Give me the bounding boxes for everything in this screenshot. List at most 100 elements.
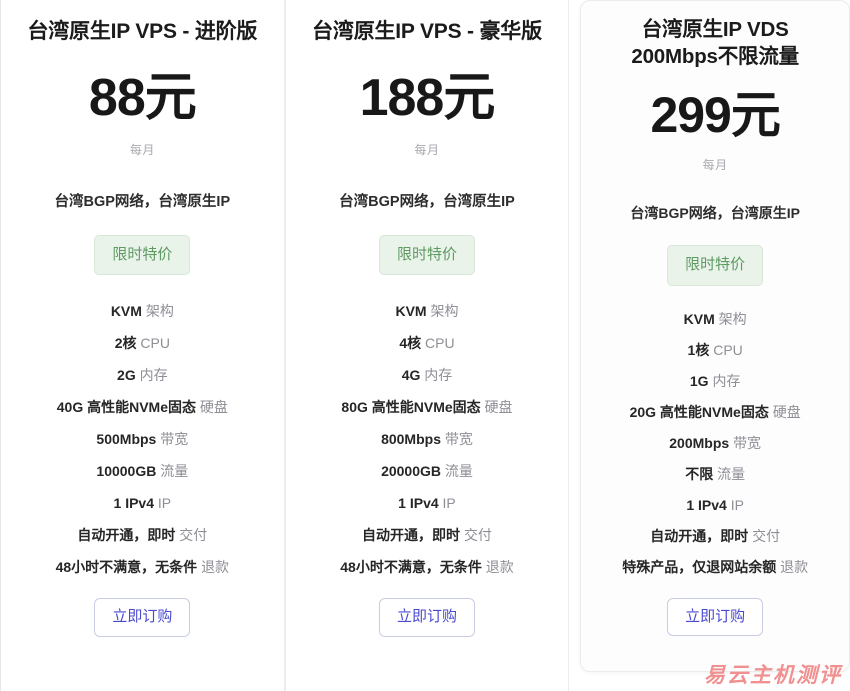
- spec-label: 退款: [780, 558, 809, 575]
- spec-value: KVM: [395, 303, 427, 320]
- order-button-row: 立即订购: [300, 598, 555, 637]
- spec-value: 800Mbps: [381, 431, 441, 448]
- spec-row: 4G 内存: [300, 368, 555, 382]
- spec-label: IP: [157, 495, 172, 512]
- promo-badge: 限时特价: [667, 245, 764, 286]
- spec-value: 1 IPv4: [113, 495, 154, 512]
- spec-label: CPU: [713, 341, 743, 358]
- spec-label: 交付: [463, 527, 492, 544]
- spec-label: 内存: [424, 367, 453, 384]
- spec-row: 20G 高性能NVMe固态 硬盘: [595, 405, 835, 419]
- spec-value: 48小时不满意，无条件: [340, 559, 482, 576]
- spec-row: 1核 CPU: [595, 343, 835, 357]
- spec-row: 40G 高性能NVMe固态 硬盘: [15, 400, 270, 414]
- spec-value: 1 IPv4: [686, 496, 727, 513]
- order-now-button[interactable]: 立即订购: [667, 597, 764, 637]
- spec-row: 4核 CPU: [300, 336, 555, 350]
- spec-value: 10000GB: [96, 463, 157, 480]
- plan-period: 每月: [129, 142, 155, 157]
- plan-price: 88元: [88, 68, 197, 127]
- spec-value: 2G: [117, 367, 136, 384]
- spec-value: 不限: [685, 465, 714, 482]
- spec-label: 硬盘: [199, 399, 228, 416]
- spec-row: 自动开通，即时 交付: [595, 529, 835, 543]
- spec-row: 1 IPv4 IP: [595, 498, 835, 512]
- spec-row: 自动开通，即时 交付: [300, 528, 555, 542]
- spec-label: 架构: [430, 303, 459, 320]
- spec-value: 1核: [687, 341, 710, 358]
- spec-value: KVM: [683, 310, 715, 327]
- spec-value: 自动开通，即时: [77, 527, 176, 544]
- order-button-row: 立即订购: [595, 597, 835, 637]
- spec-value: 1 IPv4: [398, 495, 439, 512]
- spec-value: 500Mbps: [96, 431, 157, 448]
- plan-period: 每月: [414, 142, 440, 157]
- spec-value: 20000GB: [381, 463, 441, 480]
- spec-value: 48小时不满意，无条件: [55, 559, 198, 576]
- plan-period: 每月: [702, 158, 728, 173]
- spec-row: 48小时不满意，无条件 退款: [15, 560, 270, 574]
- order-now-button[interactable]: 立即订购: [378, 598, 475, 637]
- site-watermark: 易云主机测评: [704, 663, 842, 687]
- spec-value: 4G: [401, 367, 421, 384]
- spec-row: 20000GB 流量: [300, 464, 555, 478]
- plan-title: 台湾原生IP VDS 200Mbps不限流量: [631, 18, 799, 68]
- spec-label: 硬盘: [484, 399, 513, 416]
- spec-label: 流量: [160, 463, 189, 480]
- spec-label: 退款: [201, 559, 230, 576]
- plan-title: 台湾原生IP VPS - 进阶版: [27, 20, 258, 43]
- spec-row: 800Mbps 带宽: [300, 432, 555, 446]
- spec-value: 200Mbps: [669, 434, 730, 451]
- plan-card-vps-advanced: 台湾原生IP VPS - 进阶版 88元 每月 台湾BGP网络，台湾原生IP 限…: [0, 0, 285, 691]
- spec-label: 带宽: [733, 434, 762, 451]
- plan-card-vps-deluxe: 台湾原生IP VPS - 豪华版 188元 每月 台湾BGP网络，台湾原生IP …: [284, 0, 570, 691]
- spec-row: 1 IPv4 IP: [300, 496, 555, 510]
- order-now-button[interactable]: 立即订购: [94, 598, 191, 637]
- plan-network-line: 台湾BGP网络，台湾原生IP: [630, 205, 800, 222]
- spec-value: 4核: [399, 335, 422, 352]
- spec-row: 不限 流量: [595, 467, 835, 481]
- spec-row: 10000GB 流量: [15, 464, 270, 478]
- plan-price: 299元: [650, 87, 780, 144]
- spec-label: 架构: [718, 310, 747, 327]
- spec-label: 内存: [139, 367, 168, 384]
- spec-value: 80G 高性能NVMe固态: [341, 399, 481, 416]
- spec-list: KVM 架构 4核 CPU 4G 内存 80G 高性能NVMe固态 硬盘 800…: [300, 304, 555, 574]
- spec-label: 流量: [717, 465, 746, 482]
- promo-badge: 限时特价: [378, 234, 475, 276]
- spec-label: 交付: [752, 527, 781, 544]
- spec-row: 48小时不满意，无条件 退款: [300, 560, 555, 574]
- spec-label: 硬盘: [772, 403, 801, 420]
- spec-label: IP: [442, 495, 456, 512]
- plan-title: 台湾原生IP VPS - 豪华版: [312, 20, 542, 43]
- plan-price: 188元: [359, 68, 496, 127]
- spec-row: KVM 架构: [15, 304, 270, 318]
- spec-value: 40G 高性能NVMe固态: [56, 399, 196, 416]
- spec-list: KVM 架构 2核 CPU 2G 内存 40G 高性能NVMe固态 硬盘 500…: [15, 304, 270, 574]
- spec-label: 退款: [485, 559, 514, 576]
- spec-value: KVM: [110, 303, 142, 320]
- spec-label: CPU: [140, 335, 170, 352]
- spec-row: 自动开通，即时 交付: [15, 528, 270, 542]
- spec-row: KVM 架构: [595, 312, 835, 326]
- spec-label: CPU: [425, 335, 455, 352]
- spec-label: 带宽: [160, 431, 189, 448]
- order-button-row: 立即订购: [15, 598, 270, 637]
- plan-network-line: 台湾BGP网络，台湾原生IP: [339, 193, 515, 210]
- spec-row: 80G 高性能NVMe固态 硬盘: [300, 400, 555, 414]
- spec-value: 自动开通，即时: [362, 527, 461, 544]
- spec-row: KVM 架构: [300, 304, 555, 318]
- plan-network-line: 台湾BGP网络，台湾原生IP: [54, 193, 231, 210]
- promo-badge-row: 限时特价: [595, 245, 835, 286]
- spec-label: 流量: [444, 463, 473, 480]
- spec-row: 特殊产品，仅退网站余额 退款: [595, 560, 835, 574]
- spec-row: 2G 内存: [15, 368, 270, 382]
- spec-label: 架构: [145, 303, 174, 320]
- spec-label: 内存: [712, 372, 741, 389]
- spec-value: 自动开通，即时: [650, 527, 749, 544]
- promo-badge: 限时特价: [94, 234, 191, 276]
- pricing-table: 台湾原生IP VPS - 进阶版 88元 每月 台湾BGP网络，台湾原生IP 限…: [0, 0, 850, 691]
- spec-row: 1 IPv4 IP: [15, 496, 270, 510]
- spec-value: 2核: [114, 335, 137, 352]
- spec-value: 20G 高性能NVMe固态: [629, 403, 769, 420]
